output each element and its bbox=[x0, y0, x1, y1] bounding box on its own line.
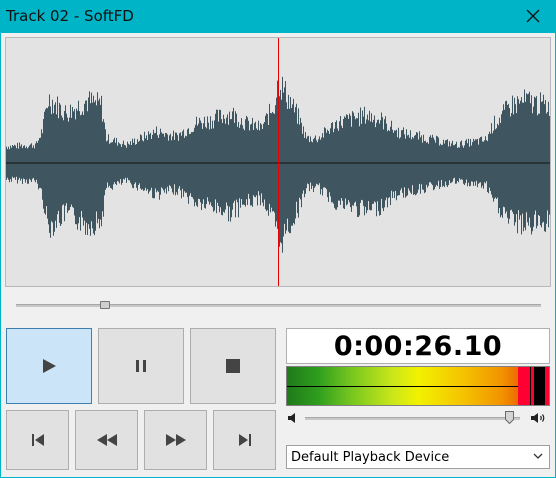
stop-icon bbox=[226, 359, 240, 373]
rewind-icon bbox=[96, 434, 117, 446]
skip-next-icon bbox=[238, 434, 251, 446]
window-title: Track 02 - SoftFD bbox=[6, 7, 134, 25]
previous-track-button[interactable] bbox=[6, 410, 69, 470]
vu-meter-end-cap bbox=[537, 367, 539, 405]
volume-slider-thumb[interactable] bbox=[505, 411, 515, 424]
vu-meter-left-channel bbox=[287, 367, 549, 387]
fast-forward-icon bbox=[165, 434, 186, 446]
vu-meter-peak-marker bbox=[531, 367, 534, 405]
seek-slider-thumb[interactable] bbox=[100, 301, 111, 309]
vu-meter-end-segment bbox=[545, 367, 549, 405]
skip-previous-icon bbox=[31, 434, 44, 446]
time-display: 0:00:26.10 bbox=[286, 328, 550, 364]
time-display-text: 0:00:26.10 bbox=[333, 330, 503, 362]
pause-icon bbox=[136, 360, 146, 372]
play-button[interactable] bbox=[6, 328, 92, 404]
vu-meter-divider bbox=[287, 386, 549, 387]
title-bar: Track 02 - SoftFD bbox=[0, 0, 556, 33]
vu-meter-clip-zone bbox=[518, 367, 530, 405]
rewind-button[interactable] bbox=[75, 410, 138, 470]
speaker-low-icon bbox=[288, 413, 295, 423]
seek-slider-track[interactable] bbox=[16, 304, 541, 307]
playback-device-label: Default Playback Device bbox=[291, 450, 450, 465]
close-icon bbox=[526, 9, 540, 23]
waveform-view[interactable] bbox=[5, 37, 551, 287]
vu-meter-right-channel bbox=[287, 387, 549, 405]
fast-forward-button[interactable] bbox=[144, 410, 207, 470]
vu-meter bbox=[286, 366, 550, 406]
playback-device-dropdown[interactable]: Default Playback Device bbox=[286, 445, 550, 469]
speaker-high-icon bbox=[531, 413, 545, 423]
close-button[interactable] bbox=[510, 0, 556, 33]
next-track-button[interactable] bbox=[213, 410, 276, 470]
waveform-graphic bbox=[6, 38, 550, 286]
chevron-down-icon bbox=[533, 453, 543, 459]
play-icon bbox=[43, 359, 56, 373]
stop-button[interactable] bbox=[190, 328, 276, 404]
pause-button[interactable] bbox=[98, 328, 184, 404]
volume-slider-track[interactable] bbox=[305, 417, 520, 420]
